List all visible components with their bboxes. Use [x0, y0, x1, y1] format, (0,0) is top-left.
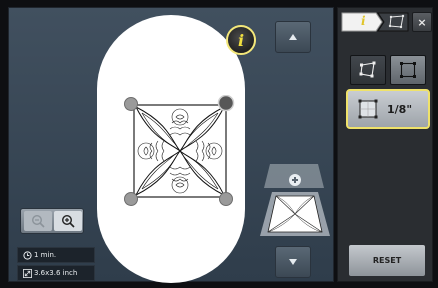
scroll-up-button[interactable]: [275, 21, 311, 53]
info-icon: i: [237, 30, 245, 50]
rectangle-corner-icon: [400, 62, 416, 78]
quilt-design[interactable]: [120, 95, 238, 207]
design-preview-thumbnail: [260, 164, 330, 236]
skew-mode-button[interactable]: [350, 55, 386, 85]
zoom-in-icon: [61, 214, 75, 228]
resize-arrows-icon: [20, 268, 34, 278]
corner-handle-top-left[interactable]: [124, 97, 138, 111]
zoom-out-button[interactable]: [24, 211, 52, 231]
design-size-value: 3.6x3.6 inch: [34, 269, 78, 277]
rectangle-mode-button[interactable]: [390, 55, 426, 85]
grid-square-icon: [358, 99, 378, 119]
arrow-up-icon: [289, 34, 297, 40]
corner-handle-top-right[interactable]: [217, 95, 235, 112]
skew-corner-icon: [359, 61, 376, 78]
scroll-down-button[interactable]: [275, 246, 311, 278]
info-button[interactable]: i: [226, 25, 256, 55]
corner-handle-bottom-left[interactable]: [124, 192, 138, 206]
arrow-down-icon: [289, 259, 297, 265]
panel-tabs: [341, 12, 409, 32]
close-icon: ×: [417, 15, 427, 29]
zoom-out-icon: [31, 214, 45, 228]
embroidery-screen: i 1 min. 3.6x3.6 inch i × 1/8" RESET: [0, 0, 438, 288]
clock-icon: [20, 250, 34, 260]
close-button[interactable]: ×: [412, 12, 432, 32]
zoom-controls: [20, 208, 84, 234]
zoom-in-button[interactable]: [54, 211, 82, 231]
grid-spacing-button[interactable]: 1/8": [346, 89, 430, 129]
reset-button[interactable]: RESET: [348, 244, 426, 277]
grid-spacing-value: 1/8": [387, 102, 413, 116]
corner-handle-bottom-right[interactable]: [219, 192, 233, 206]
stitch-time-row: 1 min.: [17, 247, 95, 263]
design-size-row: 3.6x3.6 inch: [17, 265, 95, 281]
tab-info-glyph: i: [361, 14, 366, 28]
stitch-time-value: 1 min.: [34, 251, 57, 259]
right-control-panel: [337, 7, 433, 282]
